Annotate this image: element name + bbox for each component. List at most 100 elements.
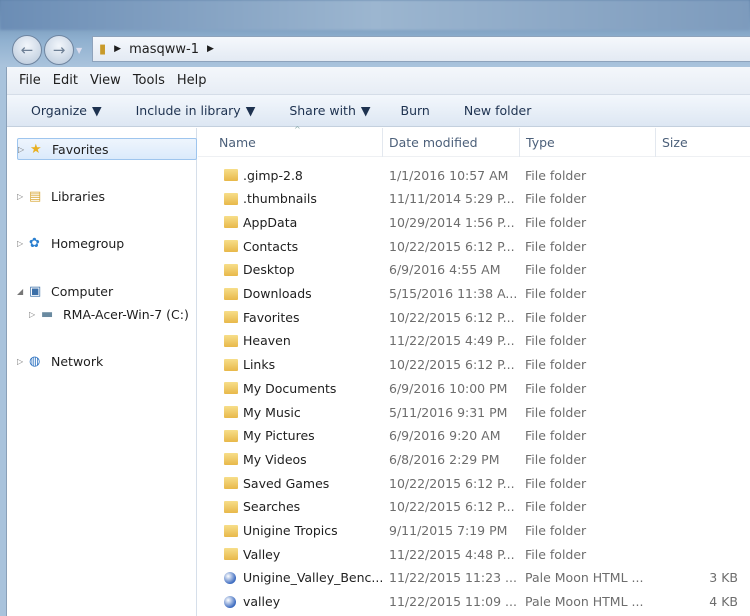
folder-icon — [224, 477, 238, 490]
star-icon: ★ — [30, 141, 42, 157]
file-date-modified: 9/11/2015 7:19 PM — [389, 523, 508, 538]
sidebar-item-label: RMA-Acer-Win-7 (C:) — [63, 306, 189, 322]
toolbar-share-with-button[interactable]: Share with ▼ — [289, 103, 370, 118]
folder-icon — [224, 524, 238, 537]
file-date-modified: 5/11/2016 9:31 PM — [389, 404, 508, 420]
address-bar[interactable]: ▮ ▶ masqww-1 ▶ — [92, 36, 750, 62]
sort-ascending-icon: ^ — [294, 125, 301, 134]
file-row[interactable]: AppData 10/29/2014 1:56 P... File folder — [198, 211, 750, 233]
file-type: File folder — [525, 451, 587, 467]
folder-icon — [224, 240, 238, 253]
column-header-size[interactable]: Size — [655, 128, 688, 157]
column-header-name[interactable]: Name — [213, 128, 256, 157]
breadcrumb-arrow-icon[interactable]: ▶ — [207, 44, 214, 54]
file-name: My Music — [243, 404, 301, 420]
toolbar-organize-button[interactable]: Organize ▼ — [31, 103, 102, 118]
file-row[interactable]: valley 11/22/2015 11:09 ... Pale Moon HTML… — [198, 591, 750, 613]
menu-help[interactable]: Help — [177, 73, 207, 88]
file-name: .gimp-2.8 — [243, 167, 303, 183]
file-date-modified: 1/1/2016 10:57 AM — [389, 167, 509, 183]
toolbar-new-folder-button[interactable]: New folder — [464, 103, 532, 118]
file-row[interactable]: My Documents 6/9/2016 10:00 PM File folder — [198, 377, 750, 399]
file-row[interactable]: Heaven 11/22/2015 4:49 P... File folder — [198, 330, 750, 352]
navigation-buttons: ← → ▼ — [12, 35, 82, 65]
expand-arrow-icon[interactable]: ▷ — [29, 310, 41, 319]
folder-icon — [224, 548, 238, 561]
menu-bar: File Edit View Tools Help — [7, 67, 750, 95]
file-type: File folder — [525, 214, 587, 230]
sidebar-item-network[interactable]: ▷ ◍ Network — [17, 350, 103, 372]
file-row[interactable]: Unigine_Valley_Benc... 11/22/2015 11:23 .… — [198, 567, 750, 589]
file-type: File folder — [525, 286, 587, 301]
file-row[interactable]: My Videos 6/8/2016 2:29 PM File folder — [198, 448, 750, 470]
file-row[interactable]: My Music 5/11/2016 9:31 PM File folder — [198, 401, 750, 423]
file-row[interactable]: Valley 11/22/2015 4:48 P... File folder — [198, 543, 750, 565]
user-folder-icon: ▮ — [99, 41, 107, 57]
menu-file[interactable]: File — [19, 73, 41, 88]
folder-icon — [224, 453, 238, 466]
file-row[interactable]: My Pictures 6/9/2016 9:20 AM File folder — [198, 425, 750, 447]
file-name: AppData — [243, 214, 298, 230]
recent-pages-dropdown-icon[interactable]: ▼ — [76, 46, 82, 55]
chevron-down-icon: ▼ — [360, 103, 371, 118]
file-date-modified: 10/22/2015 6:12 P... — [389, 357, 515, 373]
drive-icon: ▬ — [41, 306, 54, 322]
forward-button[interactable]: → — [44, 35, 74, 65]
file-row[interactable]: Saved Games 10/22/2015 6:12 P... File fold… — [198, 472, 750, 494]
file-row[interactable]: .gimp-2.8 1/1/2016 10:57 AM File folder — [198, 164, 750, 186]
file-row[interactable]: Downloads 5/15/2016 11:38 A... File folder — [198, 283, 750, 305]
file-date-modified: 11/22/2015 4:48 P... — [389, 546, 515, 562]
file-row[interactable]: Favorites 10/22/2015 6:12 P... File folder — [198, 306, 750, 328]
file-type: File folder — [525, 546, 587, 562]
file-type: File folder — [525, 238, 587, 254]
toolbar-burn-button[interactable]: Burn — [401, 103, 430, 118]
folder-icon — [224, 192, 238, 205]
sidebar-item-label: Favorites — [52, 141, 109, 157]
file-row[interactable]: .thumbnails 11/11/2014 5:29 P... File fold… — [198, 188, 750, 210]
expand-arrow-icon[interactable]: ▷ — [17, 239, 29, 248]
file-row[interactable]: Searches 10/22/2015 6:12 P... File folder — [198, 496, 750, 518]
file-date-modified: 11/22/2015 4:49 P... — [389, 333, 515, 349]
file-type: File folder — [525, 333, 587, 349]
folder-icon — [224, 169, 238, 181]
breadcrumb-arrow-icon[interactable]: ▶ — [114, 44, 121, 54]
collapse-arrow-icon[interactable]: ◢ — [17, 287, 29, 296]
sidebar-item-computer[interactable]: ◢ ▣ Computer — [17, 280, 113, 302]
file-name: Desktop — [243, 262, 295, 278]
file-row[interactable]: Links 10/22/2015 6:12 P... File folder — [198, 354, 750, 376]
sidebar-item-favorites[interactable]: ▷ ★ Favorites — [17, 138, 197, 160]
menu-tools[interactable]: Tools — [133, 73, 165, 88]
file-name: Links — [243, 357, 276, 373]
menu-edit[interactable]: Edit — [53, 73, 78, 88]
file-type: File folder — [525, 191, 587, 207]
sidebar-item-rma-acer-win-7[interactable]: ▷ ▬ RMA-Acer-Win-7 (C:) — [29, 303, 189, 325]
file-name: My Videos — [243, 451, 307, 467]
menu-view[interactable]: View — [90, 73, 121, 88]
sidebar-item-label: Computer — [51, 283, 114, 299]
libraries-icon: ▤ — [29, 188, 42, 204]
sidebar-item-libraries[interactable]: ▷ ▤ Libraries — [17, 185, 105, 207]
file-name: Downloads — [243, 286, 312, 301]
button-label: Organize — [31, 103, 87, 118]
sidebar-item-homegroup[interactable]: ▷ ✿ Homegroup — [17, 232, 124, 254]
sidebar-item-label: Homegroup — [51, 235, 125, 251]
expand-arrow-icon[interactable]: ▷ — [17, 192, 29, 201]
command-bar: Organize ▼ Include in library ▼ Share with ▼ B… — [7, 95, 750, 127]
file-date-modified: 10/22/2015 6:12 P... — [389, 475, 515, 491]
file-type: File folder — [525, 475, 587, 491]
folder-icon — [224, 406, 238, 418]
folder-icon — [224, 263, 238, 276]
column-header-date[interactable]: Date modified — [382, 128, 478, 157]
expand-arrow-icon[interactable]: ▷ — [18, 145, 30, 154]
file-type: File folder — [525, 167, 587, 183]
back-button[interactable]: ← — [12, 35, 42, 65]
column-header-type[interactable]: Type — [519, 128, 555, 157]
toolbar-include-in-library-button[interactable]: Include in library ▼ — [136, 103, 256, 118]
file-row[interactable]: Unigine Tropics 9/11/2015 7:19 PM File fol… — [198, 520, 750, 542]
expand-arrow-icon[interactable]: ▷ — [17, 357, 29, 366]
breadcrumb-item[interactable]: masqww-1 — [129, 42, 199, 57]
file-name: Unigine Tropics — [243, 523, 338, 538]
file-row[interactable]: Desktop 6/9/2016 4:55 AM File folder — [198, 259, 750, 281]
folder-icon — [224, 358, 238, 371]
file-row[interactable]: Contacts 10/22/2015 6:12 P... File folder — [198, 235, 750, 257]
